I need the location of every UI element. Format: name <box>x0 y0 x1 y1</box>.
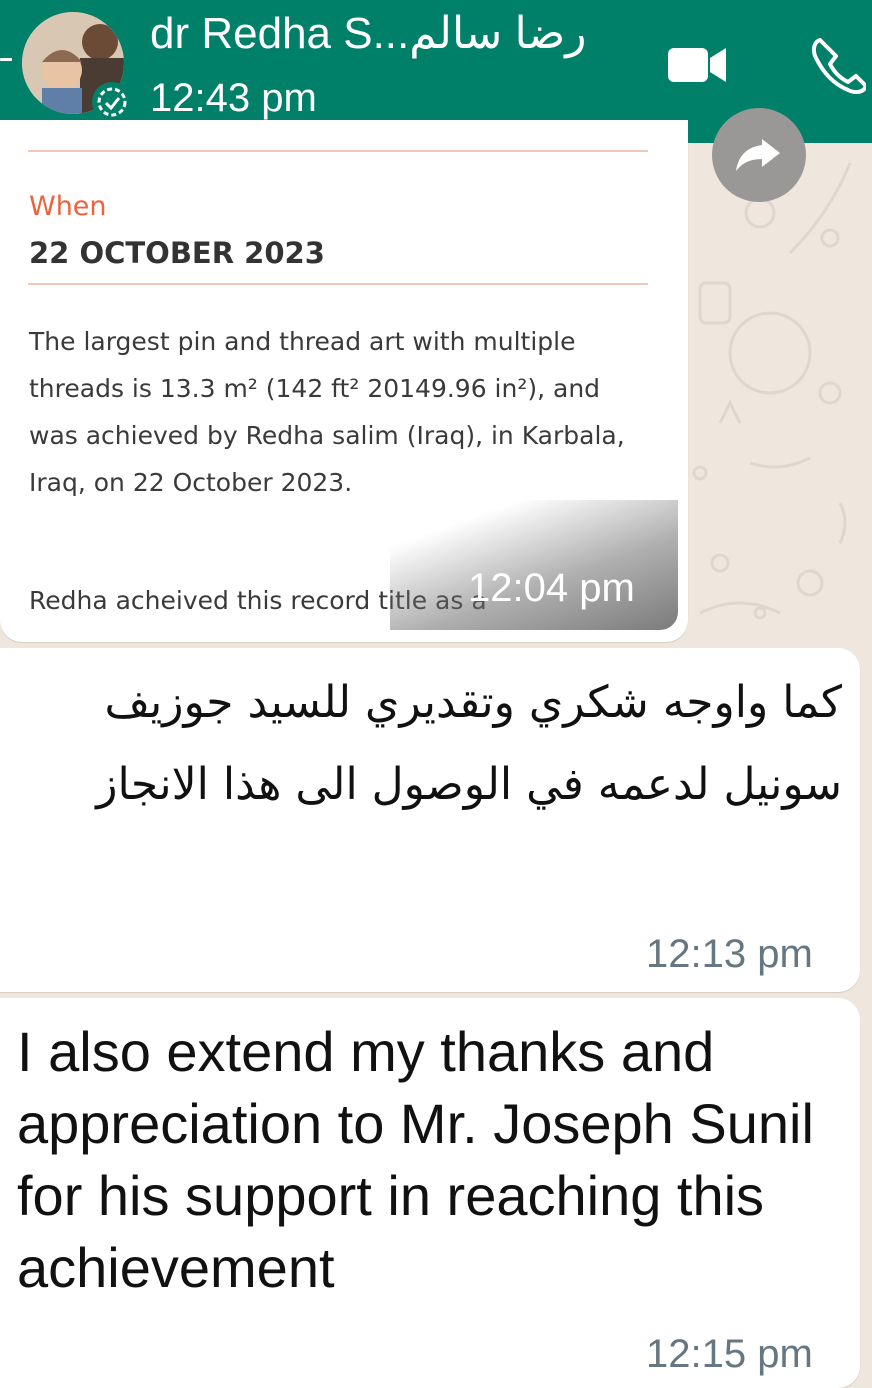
divider <box>28 283 648 285</box>
record-date: 22 OCTOBER 2023 <box>29 236 325 270</box>
message-time: 12:15 pm <box>646 1332 813 1376</box>
video-camera-icon[interactable] <box>664 40 730 90</box>
message-text: I also extend my thanks and appreciation… <box>17 1020 814 1299</box>
back-arrow-icon[interactable] <box>0 58 12 61</box>
forward-arrow-icon[interactable] <box>712 108 806 202</box>
message-text: كما واوجه شكري وتقديري للسيد جوزيف سونيل… <box>96 677 842 810</box>
last-seen-time: 12:43 pm <box>150 76 317 120</box>
divider <box>28 150 648 152</box>
when-label: When <box>29 191 107 222</box>
message-time: 12:13 pm <box>646 932 813 976</box>
phone-icon[interactable] <box>806 34 868 95</box>
contact-name[interactable]: dr Redha S...رضا سالم <box>150 8 586 60</box>
record-description: The largest pin and thread art with mult… <box>29 327 625 497</box>
status-ring-icon <box>92 82 132 122</box>
message-time: 12:04 pm <box>468 566 635 610</box>
